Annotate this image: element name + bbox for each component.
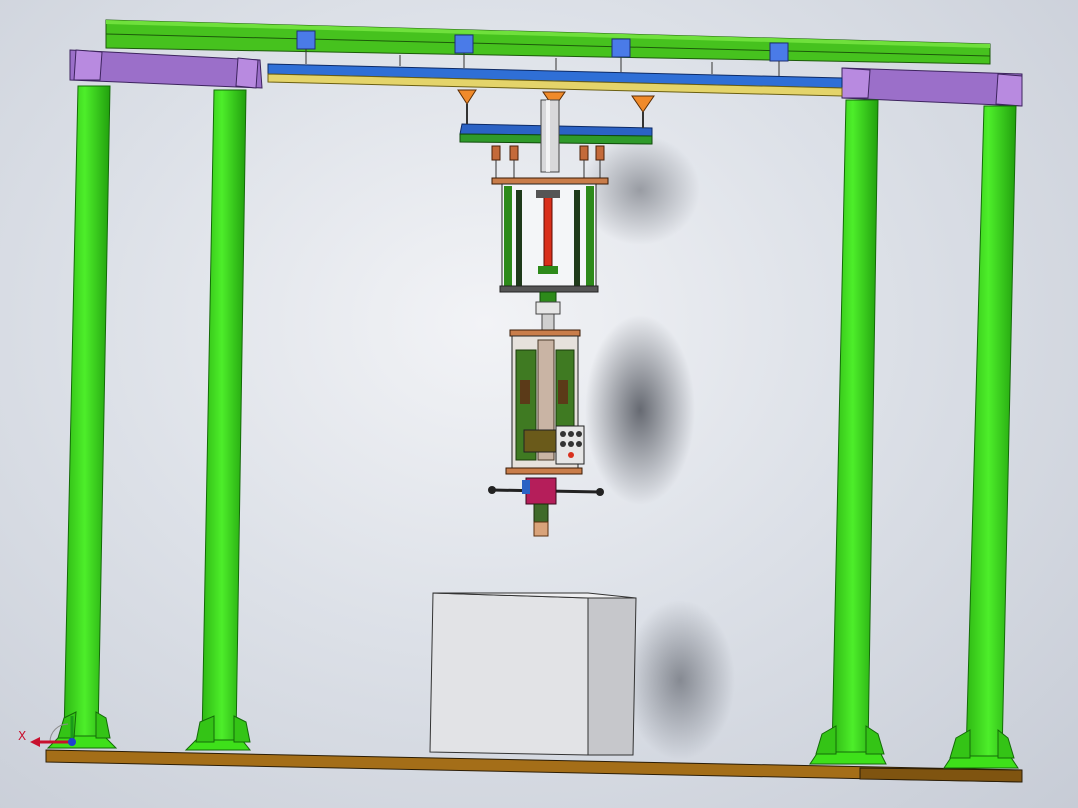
- control-panel-button[interactable]: [560, 441, 566, 447]
- triad-z-axis-dot: [68, 738, 76, 746]
- upper-hoist-frame[interactable]: [491, 177, 609, 293]
- triad-x-axis-label: X: [18, 729, 26, 743]
- coordinate-triad[interactable]: X: [14, 712, 86, 756]
- connector-shaft: [535, 291, 561, 331]
- work-block[interactable]: [429, 592, 637, 756]
- hoist-cylinder[interactable]: [540, 99, 560, 173]
- control-panel-button[interactable]: [576, 431, 582, 437]
- tool-nozzle[interactable]: [522, 477, 557, 537]
- end-beam-left[interactable]: [69, 49, 263, 89]
- shadow-tool: [585, 315, 695, 505]
- triad-background-arc: [49, 723, 69, 743]
- cad-viewport[interactable]: X: [0, 0, 1078, 808]
- column-front-left[interactable]: [46, 85, 118, 749]
- triad-x-axis-arrowhead: [30, 737, 40, 747]
- control-panel-button[interactable]: [560, 431, 566, 437]
- cad-model-scene[interactable]: [0, 0, 1078, 808]
- control-panel[interactable]: [555, 425, 585, 465]
- control-panel-stop-button[interactable]: [568, 452, 574, 458]
- column-front-right[interactable]: [943, 105, 1019, 769]
- column-back-left[interactable]: [184, 89, 252, 751]
- control-panel-button[interactable]: [568, 431, 574, 437]
- column-back-right[interactable]: [809, 99, 887, 765]
- overhead-beam[interactable]: [105, 19, 991, 65]
- shadow-block: [625, 600, 735, 760]
- control-panel-button[interactable]: [568, 441, 574, 447]
- crane-rail[interactable]: [267, 63, 843, 97]
- control-panel-button[interactable]: [576, 441, 582, 447]
